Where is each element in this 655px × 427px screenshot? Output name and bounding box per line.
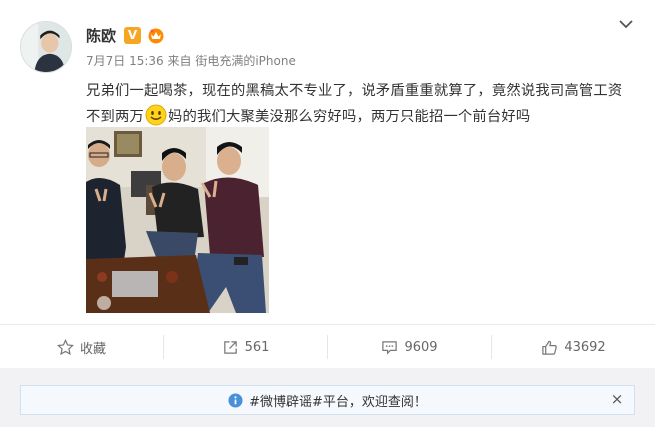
avatar-image (21, 22, 71, 72)
repost-count: 561 (244, 339, 270, 355)
post-time[interactable]: 7月7日 15:36 (86, 54, 164, 68)
post-text: 兄弟们一起喝茶，现在的黑稿太不专业了，说矛盾重重就算了，竟然说我司高管工资不到两… (86, 79, 631, 130)
repost-button[interactable]: 561 (164, 325, 327, 369)
post-source[interactable]: 街电充满的iPhone (195, 54, 296, 68)
photo-image (86, 127, 269, 313)
chevron-down-icon[interactable] (618, 16, 634, 32)
vip-crown-icon (148, 28, 164, 44)
comment-button[interactable]: 9609 (328, 325, 491, 369)
close-icon[interactable]: × (610, 392, 624, 407)
weibo-post-card: 陈欧 V 7月7日 15:36 来自 街电充满的iPhone 兄弟们一起喝茶，现… (0, 0, 655, 427)
star-icon (56, 338, 74, 355)
username[interactable]: 陈欧 (86, 25, 116, 46)
thumbs-up-icon (542, 340, 558, 355)
smile-emoji-icon (145, 104, 167, 126)
notice-text[interactable]: #微博辟谣#平台，欢迎查阅！ (249, 391, 427, 410)
post-text-part2: 妈的我们大聚美没那么穷好吗，两万只能招一个前台好吗 (168, 109, 531, 125)
like-button[interactable]: 43692 (492, 325, 655, 369)
favorite-label: 收藏 (79, 341, 106, 357)
post-photo[interactable] (86, 127, 269, 313)
action-bar: 收藏 561 9609 43692 (0, 324, 655, 368)
verified-badge: V (124, 27, 141, 44)
source-prefix: 来自 (167, 54, 192, 68)
info-icon (228, 392, 243, 408)
comment-icon (382, 340, 398, 355)
comment-count: 9609 (404, 339, 438, 355)
avatar[interactable] (20, 21, 72, 73)
favorite-button[interactable]: 收藏 (0, 325, 163, 369)
rumor-notice-banner[interactable]: #微博辟谣#平台，欢迎查阅！ × (20, 385, 635, 415)
share-icon (223, 340, 237, 354)
post-meta: 7月7日 15:36 来自 街电充满的iPhone (86, 52, 296, 69)
like-count: 43692 (564, 339, 606, 355)
